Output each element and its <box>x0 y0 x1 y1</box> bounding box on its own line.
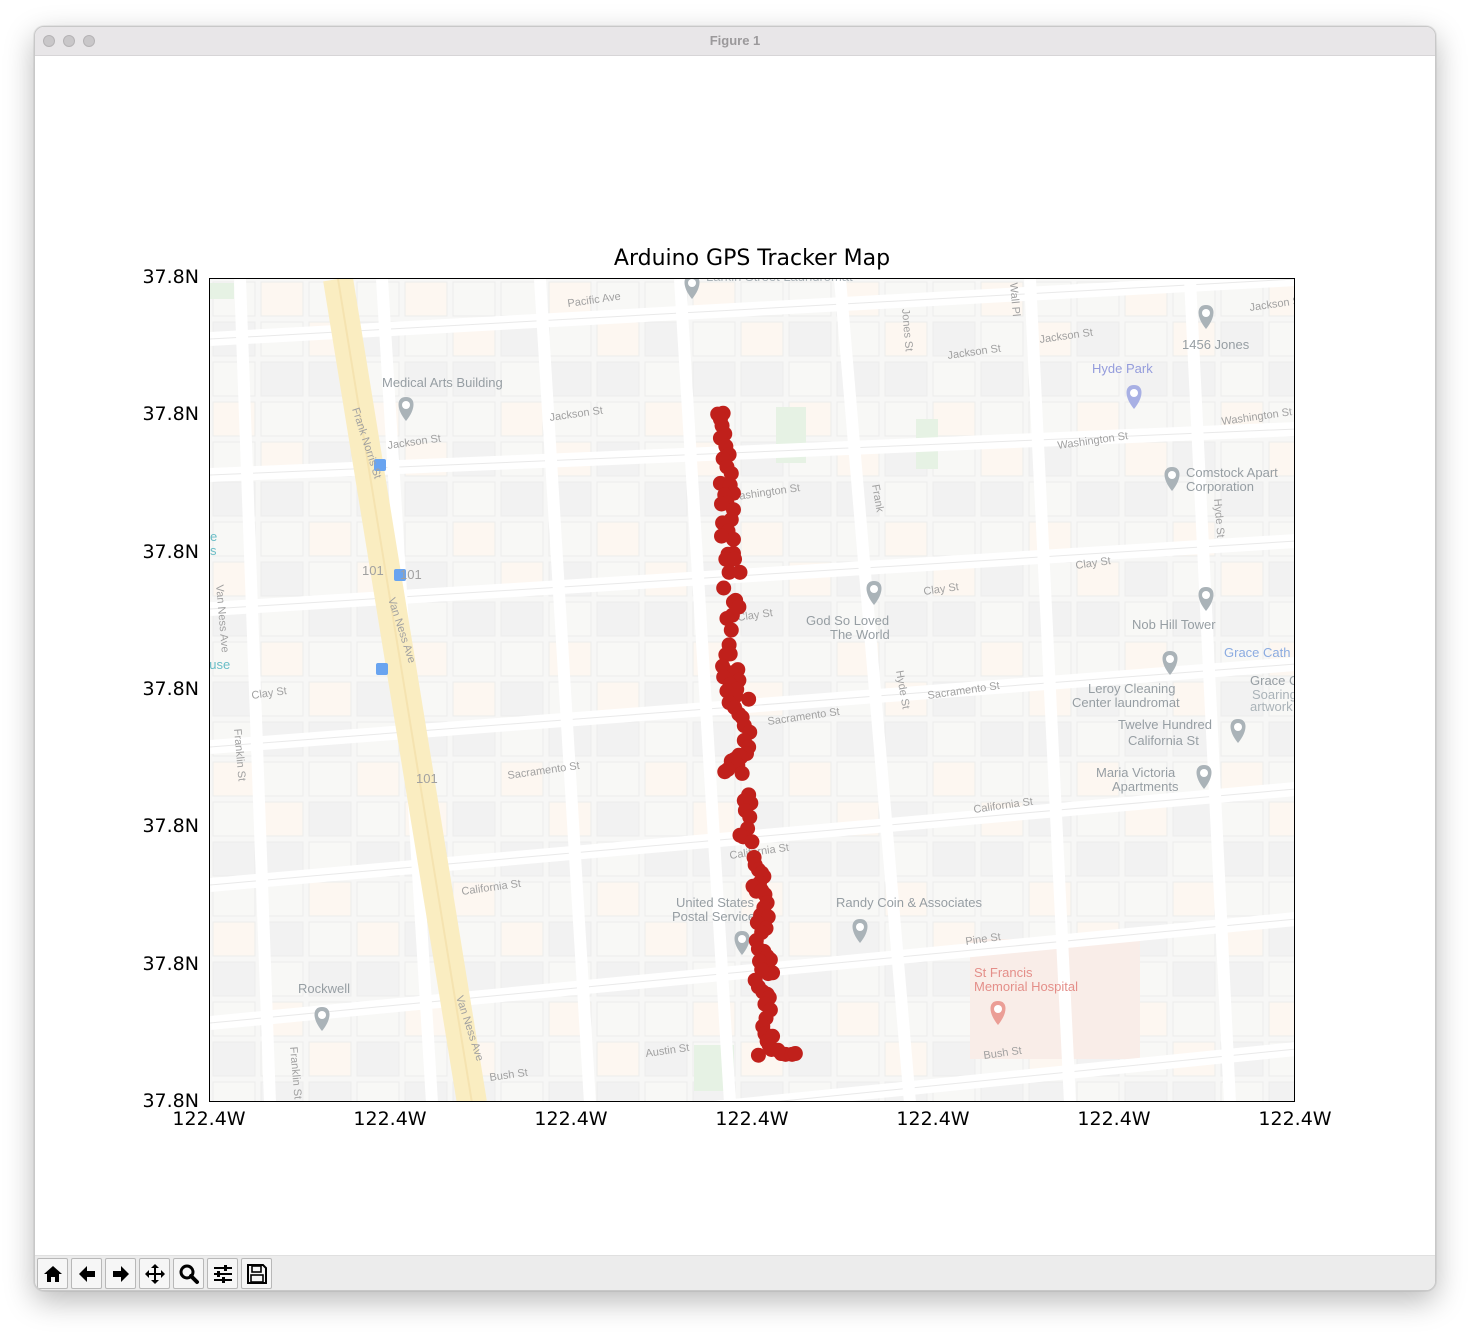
y-tick-label: 37.8N <box>142 952 199 975</box>
gps-point <box>723 622 739 638</box>
home-button[interactable] <box>37 1258 68 1289</box>
arrow-right-icon <box>112 1265 129 1282</box>
sliders-icon <box>213 1264 232 1283</box>
street-map-background: Pacific AveJackson StJackson StJackson S… <box>210 279 1294 1101</box>
zoom-button[interactable] <box>173 1258 204 1289</box>
map-axes[interactable]: Pacific Ave Jackson St Jackson St Jackson S… <box>209 278 1295 1102</box>
navigation-toolbar <box>35 1255 1435 1290</box>
gps-point <box>731 599 747 615</box>
window-title: Figure 1 <box>709 33 761 48</box>
x-tick-label: 122.4W <box>1077 1108 1151 1130</box>
arrow-left-icon <box>78 1265 95 1282</box>
back-button[interactable] <box>71 1258 102 1289</box>
gps-point <box>717 764 733 780</box>
x-tick-label: 122.4W <box>715 1108 789 1130</box>
configure-subplots-button[interactable] <box>207 1258 238 1289</box>
pan-button[interactable] <box>139 1258 170 1289</box>
figure-window: Figure 1 Arduino GPS Tracker Map Pacific… <box>34 26 1436 1291</box>
figure-canvas[interactable]: Arduino GPS Tracker Map Pacific Ave Jacks… <box>35 56 1435 1255</box>
forward-button[interactable] <box>105 1258 136 1289</box>
y-tick-label: 37.8N <box>142 815 199 838</box>
gps-point <box>741 691 757 707</box>
x-tick-label: 122.4W <box>353 1108 427 1130</box>
gps-point <box>734 765 750 781</box>
y-tick-label: 37.8N <box>142 678 199 700</box>
plot-title: Arduino GPS Tracker Map <box>613 246 891 271</box>
x-tick-label: 122.4W <box>534 1108 608 1130</box>
move-icon <box>144 1263 165 1284</box>
floppy-disk-icon <box>246 1263 267 1284</box>
gps-point <box>714 528 730 544</box>
x-tick-label: 122.4W <box>896 1108 970 1130</box>
gps-point <box>787 1046 803 1062</box>
x-tick-label: 122.4W <box>1258 1108 1332 1130</box>
y-tick-label: 37.8N <box>142 266 199 288</box>
x-tick-label: 122.4W <box>172 1108 246 1130</box>
y-tick-label: 37.8N <box>142 540 199 563</box>
gps-point <box>721 564 737 580</box>
magnifier-icon <box>179 1264 199 1284</box>
home-icon <box>43 1265 62 1282</box>
gps-point <box>744 834 760 850</box>
gps-point <box>750 1047 766 1063</box>
title-bar[interactable]: Figure 1 <box>35 27 1435 56</box>
y-tick-label: 37.8N <box>142 403 199 426</box>
save-button[interactable] <box>241 1258 272 1289</box>
gps-point <box>716 580 732 596</box>
gps-point <box>727 551 743 567</box>
